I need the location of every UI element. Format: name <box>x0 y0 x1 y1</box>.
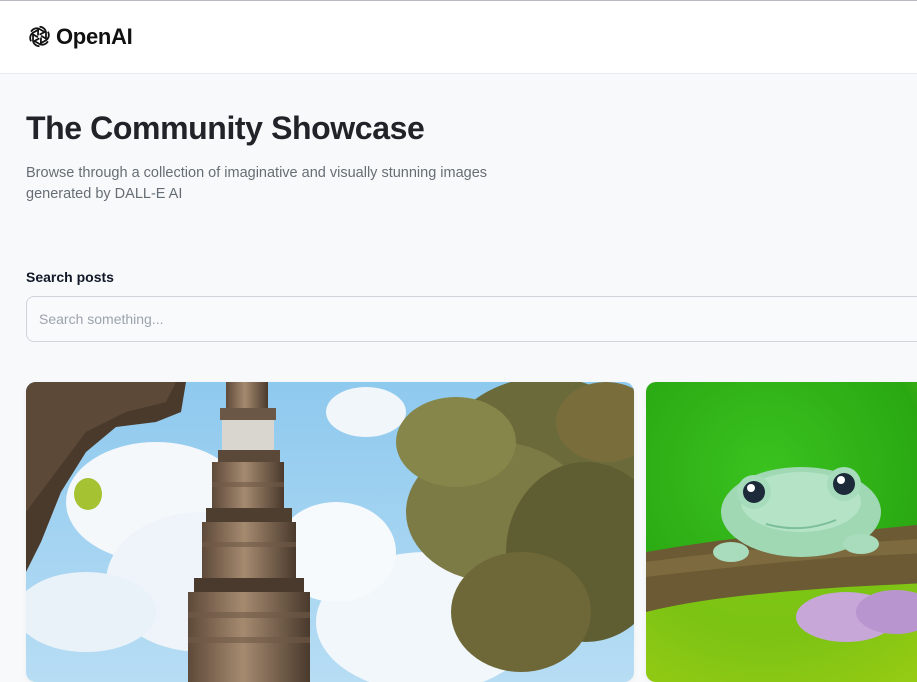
green-frog-on-branch-image <box>646 382 917 682</box>
page-subtitle: Browse through a collection of imaginati… <box>26 165 488 202</box>
search-input[interactable] <box>26 296 917 342</box>
openai-logo-link[interactable]: OpenAI <box>26 23 133 50</box>
logo-text: OpenAI <box>56 23 133 49</box>
openai-logo-icon <box>26 25 53 48</box>
minaret-tower-and-tree-image <box>26 382 634 682</box>
gallery-card[interactable] <box>646 382 917 682</box>
gallery-card[interactable] <box>26 382 634 682</box>
site-header: OpenAI <box>0 1 917 74</box>
search-label: Search posts <box>26 269 114 285</box>
page-title: The Community Showcase <box>26 110 425 146</box>
